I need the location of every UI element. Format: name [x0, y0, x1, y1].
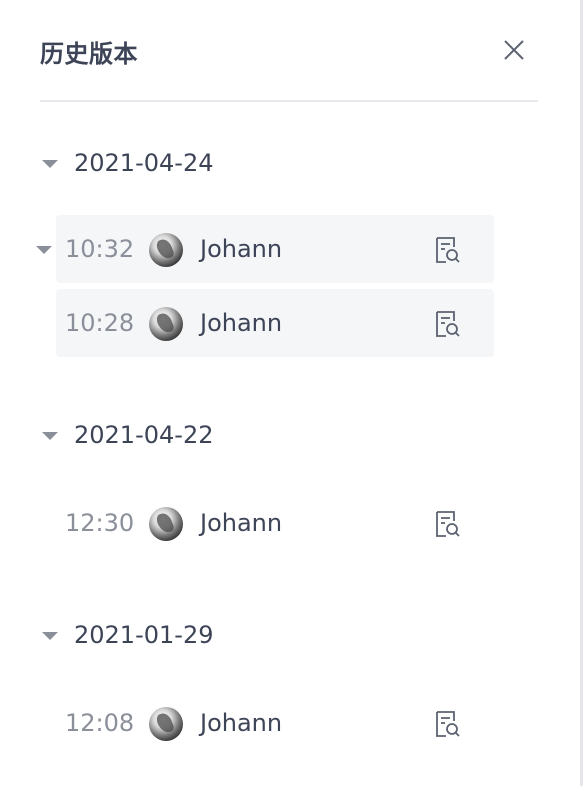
version-time: 10:28: [65, 309, 135, 337]
version-time: 12:30: [65, 509, 135, 537]
preview-button[interactable]: [433, 235, 463, 265]
preview-button[interactable]: [433, 709, 463, 739]
version-group: 2021-04-24: [40, 143, 538, 183]
avatar: [149, 707, 183, 741]
date-row[interactable]: 2021-04-22: [40, 415, 538, 455]
version-user: Johann: [200, 235, 283, 263]
version-entry[interactable]: 12:30 Johann: [56, 489, 494, 557]
version-user: Johann: [200, 309, 283, 337]
caret-down-icon[interactable]: [36, 246, 52, 254]
version-user: Johann: [200, 509, 283, 537]
preview-button[interactable]: [433, 309, 463, 339]
version-group: 2021-01-29: [40, 615, 538, 655]
document-search-icon: [436, 511, 460, 537]
avatar: [149, 507, 183, 541]
version-entry[interactable]: 10:32 Johann: [36, 215, 494, 283]
caret-down-icon[interactable]: [42, 160, 58, 168]
date-row[interactable]: 2021-04-24: [40, 143, 538, 183]
close-button[interactable]: [500, 36, 528, 64]
group-date: 2021-01-29: [74, 621, 214, 649]
version-group: 2021-04-22: [40, 415, 538, 455]
caret-down-icon[interactable]: [42, 432, 58, 440]
document-search-icon: [436, 711, 460, 737]
version-entry[interactable]: 10:28 Johann: [56, 289, 494, 357]
close-icon: [504, 40, 524, 60]
preview-button[interactable]: [433, 509, 463, 539]
version-entry[interactable]: 12:08 Johann: [56, 689, 494, 757]
avatar: [149, 233, 183, 267]
panel-header: 历史版本: [40, 28, 538, 74]
avatar: [149, 307, 183, 341]
caret-down-icon[interactable]: [42, 632, 58, 640]
version-user: Johann: [200, 709, 283, 737]
version-time: 12:08: [65, 709, 135, 737]
panel-title: 历史版本: [40, 40, 138, 68]
date-row[interactable]: 2021-01-29: [40, 615, 538, 655]
document-search-icon: [436, 311, 460, 337]
group-date: 2021-04-22: [74, 421, 214, 449]
document-search-icon: [436, 237, 460, 263]
header-divider: [40, 100, 538, 102]
version-time: 10:32: [65, 235, 135, 263]
group-date: 2021-04-24: [74, 149, 214, 177]
